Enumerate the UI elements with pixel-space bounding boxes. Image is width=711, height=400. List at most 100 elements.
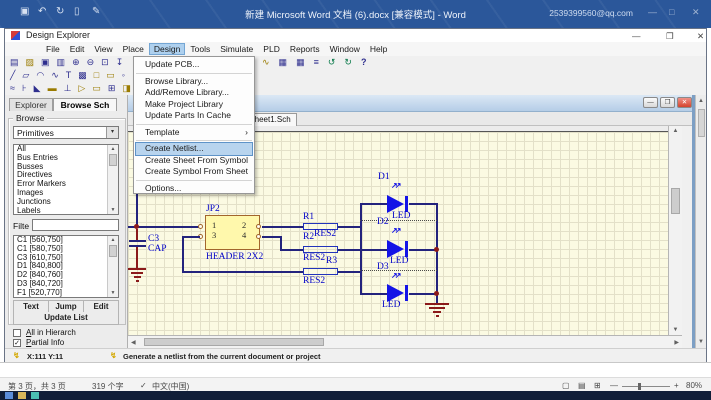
dot-icon[interactable]: ◦ xyxy=(122,69,125,82)
netlist-icon[interactable]: ▦ xyxy=(279,56,288,69)
menu-help[interactable]: Help xyxy=(365,43,392,55)
net-label-icon[interactable]: ▬ xyxy=(48,82,57,95)
help-icon[interactable]: ? xyxy=(361,56,367,69)
menu-item-options[interactable]: Options... xyxy=(134,183,254,195)
scroll-left-icon[interactable]: ◀ xyxy=(131,339,136,346)
print-icon[interactable]: ▥ xyxy=(57,56,66,69)
wire-icon[interactable]: ≈ xyxy=(10,82,15,95)
doc-minimize-button[interactable]: — xyxy=(643,97,658,108)
menu-item-create-netlist[interactable]: Create Netlist... xyxy=(136,143,252,155)
web-layout-icon[interactable]: ⊞ xyxy=(594,381,601,390)
menu-item-update-pcb[interactable]: Update PCB... xyxy=(134,59,254,71)
menu-view[interactable]: View xyxy=(89,43,117,55)
port-icon[interactable]: ◨ xyxy=(122,82,131,95)
menu-item-create-symbol-from-sheet[interactable]: Create Symbol From Sheet xyxy=(134,166,254,178)
doc-restore-button[interactable]: ❐ xyxy=(660,97,675,108)
redo-icon[interactable]: ↻ xyxy=(344,56,352,69)
capacitor-plate[interactable] xyxy=(129,245,146,247)
menu-edit[interactable]: Edit xyxy=(65,43,90,55)
scroll-down-icon[interactable]: ▼ xyxy=(108,206,118,214)
open-icon[interactable]: ▨ xyxy=(26,56,35,69)
browse-type-select[interactable]: Primitives ▾ xyxy=(13,126,119,139)
scroll-thumb[interactable] xyxy=(698,109,705,137)
proofing-icon[interactable]: ✓ xyxy=(140,381,147,390)
tab-explorer[interactable]: Explorer xyxy=(9,98,53,111)
diode-icon[interactable]: ▷ xyxy=(78,82,85,95)
list-scrollbar[interactable]: ▲ ▼ xyxy=(107,236,118,297)
list-icon[interactable]: ≡ xyxy=(314,56,319,69)
zoom-percent[interactable]: 80% xyxy=(686,381,702,390)
scroll-right-icon[interactable]: ▶ xyxy=(674,339,679,346)
menu-simulate[interactable]: Simulate xyxy=(215,43,258,55)
app-minimize-button[interactable]: — xyxy=(632,31,641,41)
list-item[interactable]: Labels xyxy=(14,207,118,215)
bus-icon[interactable]: ◣ xyxy=(34,82,41,95)
rect-icon[interactable]: □ xyxy=(94,69,99,82)
chevron-down-icon[interactable]: ▾ xyxy=(106,127,118,138)
curve-icon[interactable]: ∿ xyxy=(51,69,59,82)
filter-input[interactable] xyxy=(32,219,119,231)
taskbar-app-icon[interactable] xyxy=(18,392,26,399)
menu-reports[interactable]: Reports xyxy=(285,43,325,55)
resistor-r2[interactable] xyxy=(303,246,338,253)
partial-info-checkbox[interactable]: ✓ xyxy=(13,339,21,347)
read-mode-icon[interactable]: ▢ xyxy=(562,381,570,390)
menu-item-add-remove-library[interactable]: Add/Remove Library... xyxy=(134,87,254,99)
bus-entry-icon[interactable]: ⊦ xyxy=(22,82,27,95)
taskbar-app-icon[interactable] xyxy=(31,392,39,399)
new-document-icon[interactable]: ▤ xyxy=(10,56,19,69)
zoom-in-icon[interactable]: ⊕ xyxy=(72,56,80,69)
part-item[interactable]: F1 [520,770] xyxy=(14,289,118,298)
print-layout-icon[interactable]: ▤ xyxy=(578,381,586,390)
menu-item-create-sheet-from-symbol[interactable]: Create Sheet From Symbol xyxy=(134,155,254,167)
schematic-hscrollbar[interactable]: ◀ ▶ xyxy=(128,335,682,348)
app-close-button[interactable]: ✕ xyxy=(697,31,704,42)
paste-icon[interactable]: ↧ xyxy=(116,56,124,69)
menu-item-make-project-library[interactable]: Make Project Library xyxy=(134,99,254,111)
resistor-r3[interactable] xyxy=(303,268,338,275)
zoom-out-button[interactable]: — xyxy=(610,381,618,390)
part-icon[interactable]: ▭ xyxy=(92,82,101,95)
menu-item-template[interactable]: Template › xyxy=(134,127,254,139)
menu-tools[interactable]: Tools xyxy=(185,43,215,55)
scroll-up-icon[interactable]: ▲ xyxy=(696,98,706,104)
cross-probe-icon[interactable]: ▦ xyxy=(296,56,305,69)
menu-item-browse-library[interactable]: Browse Library... xyxy=(134,76,254,88)
scroll-up-icon[interactable]: ▲ xyxy=(108,236,118,244)
menu-file[interactable]: File xyxy=(41,43,65,55)
tab-browse-sch[interactable]: Browse Sch xyxy=(53,98,117,111)
word-minimize-button[interactable]: — xyxy=(648,7,657,17)
polygon-icon[interactable]: ▱ xyxy=(22,69,29,82)
menu-item-update-parts-in-cache[interactable]: Update Parts In Cache xyxy=(134,110,254,122)
schematic-vscrollbar[interactable]: ▲ ▼ xyxy=(668,126,682,335)
scroll-down-icon[interactable]: ▼ xyxy=(108,289,118,297)
scroll-thumb[interactable] xyxy=(109,245,117,257)
zoom-window-icon[interactable]: ⊡ xyxy=(101,56,109,69)
round-rect-icon[interactable]: ▭ xyxy=(106,69,115,82)
scroll-up-icon[interactable]: ▲ xyxy=(669,128,682,134)
word-maximize-button[interactable]: □ xyxy=(669,7,674,17)
scroll-down-icon[interactable]: ▼ xyxy=(696,339,706,345)
menu-place[interactable]: Place xyxy=(118,43,149,55)
list-scrollbar[interactable]: ▲ ▼ xyxy=(107,145,118,214)
fill-icon[interactable]: ▩ xyxy=(78,69,87,82)
zoom-in-button[interactable]: + xyxy=(674,381,679,390)
zoom-out-icon[interactable]: ⊖ xyxy=(87,56,95,69)
update-list-button[interactable]: Update List xyxy=(13,312,119,325)
taskbar-app-icon[interactable] xyxy=(5,392,13,399)
line-icon[interactable]: ╱ xyxy=(10,69,15,82)
ground-icon[interactable]: ⊥ xyxy=(64,82,72,95)
menu-pld[interactable]: PLD xyxy=(258,43,285,55)
scroll-thumb[interactable] xyxy=(109,154,117,166)
app-maximize-button[interactable]: ❐ xyxy=(666,31,674,42)
undo-icon[interactable]: ↺ xyxy=(328,56,336,69)
arc-icon[interactable]: ◠ xyxy=(36,69,44,82)
signal-icon[interactable]: ∿ xyxy=(262,56,270,69)
scroll-down-icon[interactable]: ▼ xyxy=(669,327,682,333)
doc-close-button[interactable]: ✕ xyxy=(677,97,692,108)
all-in-hierarchy-checkbox[interactable] xyxy=(13,329,21,337)
menu-window[interactable]: Window xyxy=(325,43,365,55)
workspace-vscrollbar[interactable]: ▲ ▼ xyxy=(695,95,706,348)
zoom-slider-track[interactable] xyxy=(622,386,670,387)
text-icon[interactable]: T xyxy=(66,69,72,82)
